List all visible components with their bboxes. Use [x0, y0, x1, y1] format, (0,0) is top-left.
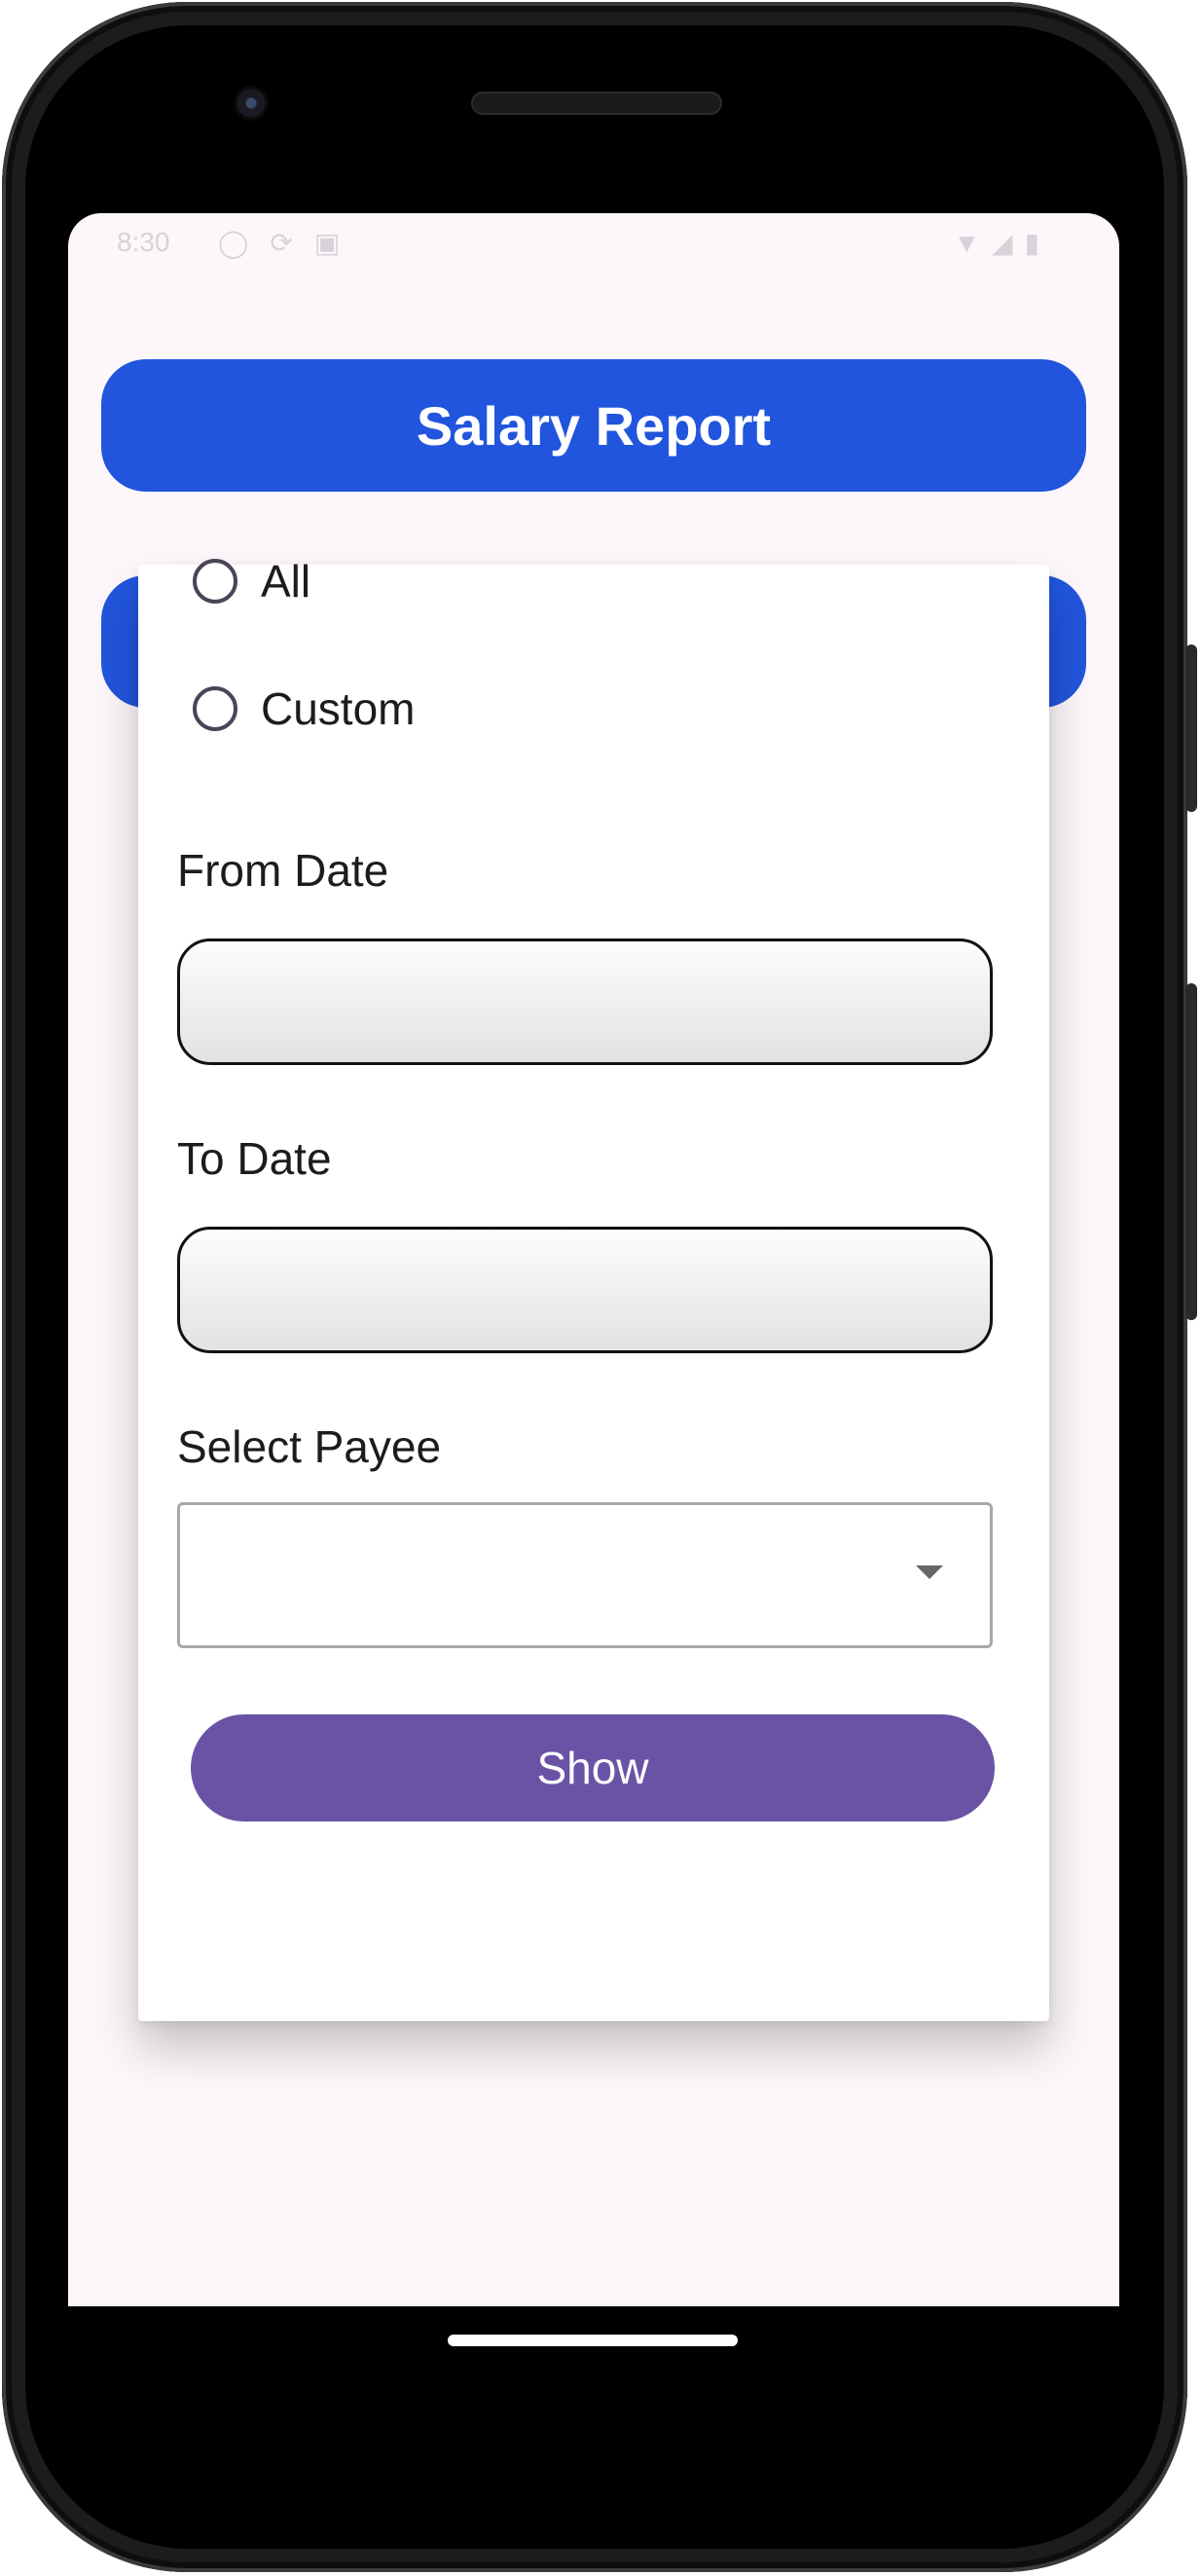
app-screen: 8:30 ◯⟳▣ ▼◢▮ Salary Report All Custom Fr… [68, 213, 1119, 2306]
earpiece-speaker [471, 92, 722, 115]
show-button[interactable]: Show [191, 1714, 995, 1822]
radio-button-icon[interactable] [193, 559, 237, 604]
radio-option-all[interactable]: All [193, 552, 310, 610]
radio-option-custom[interactable]: Custom [193, 680, 415, 738]
select-payee-label: Select Payee [177, 1421, 442, 1472]
home-indicator[interactable] [448, 2335, 738, 2346]
front-camera [234, 86, 269, 121]
to-date-label: To Date [177, 1133, 332, 1184]
to-date-input[interactable] [177, 1227, 993, 1353]
radio-button-icon[interactable] [193, 686, 237, 731]
payee-dropdown[interactable] [177, 1502, 993, 1648]
wifi-icon: ▼ [953, 228, 993, 258]
status-bar: 8:30 ◯⟳▣ ▼◢▮ [68, 213, 1119, 274]
status-time: 8:30 [117, 227, 170, 257]
volume-button [1185, 983, 1197, 1320]
status-left-icons: ◯⟳▣ [218, 227, 361, 259]
battery-icon: ▮ [1024, 228, 1051, 258]
from-date-label: From Date [177, 845, 389, 896]
radio-label-all: All [261, 556, 311, 607]
status-right-icons: ▼◢▮ [953, 227, 1051, 259]
sync-icon: ⟳ [270, 228, 314, 258]
dropdown-arrow-icon [916, 1565, 943, 1579]
signal-icon: ◢ [992, 228, 1025, 258]
shield-icon: ◯ [218, 228, 271, 258]
sim-icon: ▣ [313, 228, 362, 258]
power-button [1185, 644, 1197, 812]
salary-report-button[interactable]: Salary Report [101, 359, 1086, 492]
phone-frame: 8:30 ◯⟳▣ ▼◢▮ Salary Report All Custom Fr… [0, 0, 1202, 2576]
radio-label-custom: Custom [261, 683, 416, 734]
filter-dialog: All Custom From Date To Date Select Paye… [138, 556, 1049, 2021]
from-date-input[interactable] [177, 938, 993, 1065]
